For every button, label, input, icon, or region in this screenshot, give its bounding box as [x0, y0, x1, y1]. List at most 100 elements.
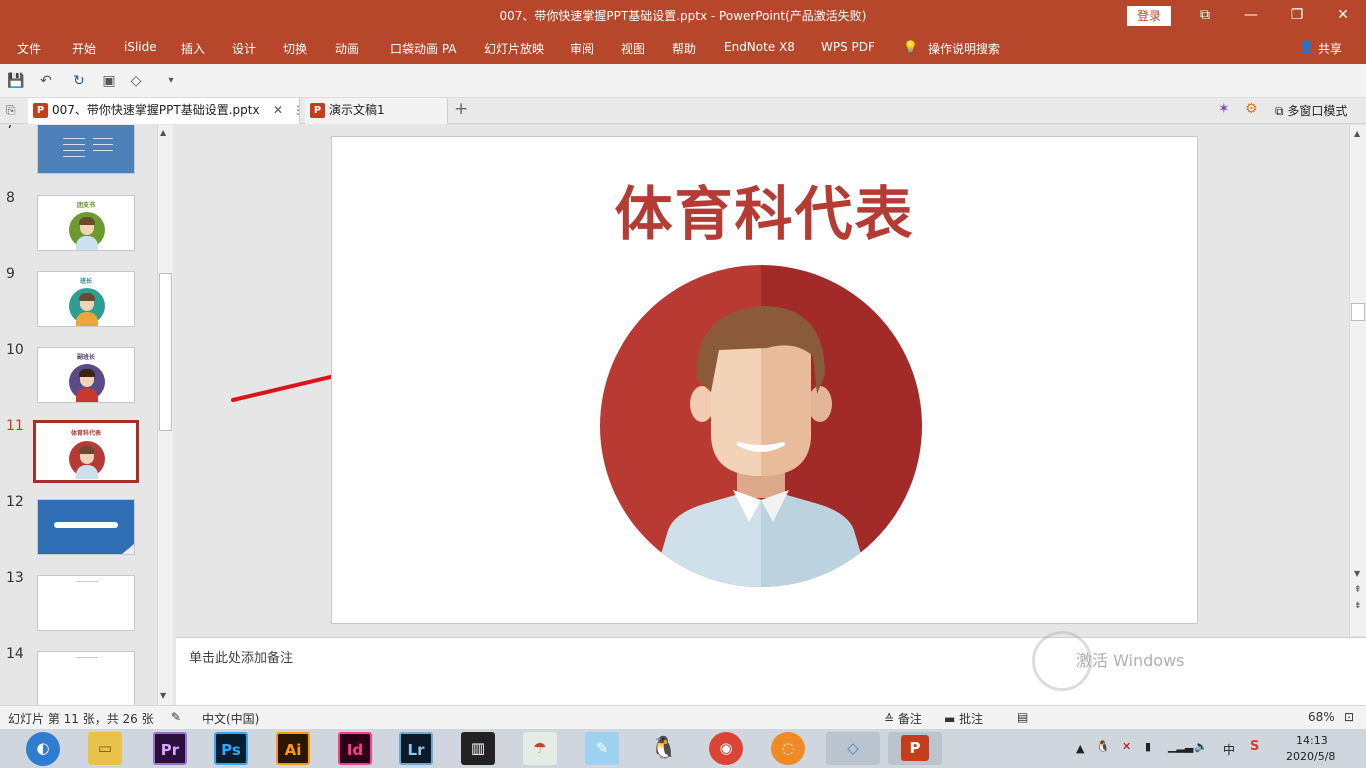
- redo-icon[interactable]: ↻: [70, 72, 88, 90]
- tab-list-icon[interactable]: ⎘: [6, 103, 22, 119]
- slide-count-status: 幻灯片 第 11 张，共 26 张: [8, 712, 154, 726]
- scroll-down-icon[interactable]: ▼: [1354, 569, 1360, 578]
- slide-number: 13: [6, 570, 24, 586]
- slide-thumbnail-8[interactable]: 团支书: [37, 195, 135, 251]
- slide-thumbnail-9[interactable]: 班长: [37, 271, 135, 327]
- notes-app-icon[interactable]: ✎: [585, 732, 619, 765]
- scroll-down-icon[interactable]: ▼: [160, 691, 166, 700]
- login-button[interactable]: 登录: [1127, 6, 1171, 26]
- ribbon-display-icon[interactable]: ⧉: [1182, 0, 1228, 32]
- scroll-up-icon[interactable]: ▲: [1354, 129, 1360, 138]
- lightroom-icon[interactable]: Lr: [399, 732, 433, 765]
- tab-menu-icon[interactable]: ⋮: [292, 98, 304, 123]
- scrollbar-thumb[interactable]: [159, 273, 172, 431]
- notepad-icon[interactable]: ◇: [826, 732, 880, 765]
- ime-indicator[interactable]: 中: [1223, 741, 1235, 758]
- photoshop-icon[interactable]: Ps: [214, 732, 248, 765]
- slide-scrollbar[interactable]: ▲ ▼ ⇞ ⇟: [1349, 125, 1366, 636]
- indesign-icon[interactable]: Id: [338, 732, 372, 765]
- menu-animations[interactable]: 动画: [335, 40, 359, 57]
- menu-file[interactable]: 文件: [17, 40, 41, 57]
- menu-endnote[interactable]: EndNote X8: [724, 40, 795, 54]
- previous-slide-icon[interactable]: ⇞: [1354, 585, 1362, 595]
- menu-transitions[interactable]: 切换: [283, 40, 307, 57]
- magic-icon[interactable]: ✶: [1218, 101, 1230, 117]
- language-status[interactable]: 中文(中国): [202, 710, 259, 727]
- menu-view[interactable]: 视图: [621, 40, 645, 57]
- tab-document-2[interactable]: P 演示文稿1: [305, 98, 448, 124]
- comments-toggle-button[interactable]: ▬ 批注: [944, 710, 983, 727]
- menu-slideshow[interactable]: 幻灯片放映: [484, 40, 544, 57]
- close-icon[interactable]: ✕: [1320, 0, 1366, 32]
- menu-tell-me[interactable]: 操作说明搜索: [928, 40, 1000, 57]
- slide-thumbnail-13[interactable]: [37, 575, 135, 631]
- multi-window-mode-button[interactable]: ⧉ 多窗口模式: [1275, 102, 1347, 119]
- qq-icon[interactable]: 🐧: [647, 732, 681, 765]
- scroll-up-icon[interactable]: ▲: [160, 128, 166, 137]
- undo-icon[interactable]: ↶: [37, 72, 55, 90]
- minimize-icon[interactable]: —: [1228, 0, 1274, 32]
- new-tab-icon[interactable]: +: [454, 99, 468, 119]
- browser-orange-icon[interactable]: ◌: [771, 732, 805, 765]
- video-editor-icon[interactable]: ▥: [461, 732, 495, 765]
- avatar: [69, 288, 105, 326]
- menu-pocket-animation[interactable]: 口袋动画 PA: [390, 40, 457, 57]
- spell-check-icon[interactable]: ✎: [171, 710, 181, 724]
- zoom-level[interactable]: 68%: [1308, 710, 1335, 724]
- slideshow-icon[interactable]: ▣: [100, 72, 118, 90]
- slide-number: 7: [6, 125, 15, 132]
- tab-document-1[interactable]: P 007、带你快速掌握PPT基础设置.pptx ✕ ⋮: [28, 98, 304, 124]
- menu-insert[interactable]: 插入: [181, 40, 205, 57]
- share-button[interactable]: 共享: [1318, 40, 1342, 57]
- tray-qq-icon[interactable]: 🐧: [1096, 740, 1110, 753]
- illustrator-icon[interactable]: Ai: [276, 732, 310, 765]
- menu-design[interactable]: 设计: [232, 40, 256, 57]
- share-icon[interactable]: 👤: [1299, 40, 1314, 54]
- next-slide-icon[interactable]: ⇟: [1354, 601, 1362, 611]
- menu-islide[interactable]: iSlide: [124, 40, 157, 54]
- save-icon[interactable]: 💾: [7, 72, 25, 90]
- person-avatar-illustration: [600, 265, 922, 587]
- slide-thumbnail-12[interactable]: [37, 499, 135, 555]
- normal-view-icon[interactable]: ▤: [1017, 710, 1028, 724]
- slide-thumbnail-10[interactable]: 副班长: [37, 347, 135, 403]
- slide-thumbnail-14[interactable]: [37, 651, 135, 705]
- draw-icon[interactable]: ◇: [127, 72, 145, 90]
- settings-gear-icon[interactable]: ⚙: [1245, 101, 1258, 117]
- slide-thumbnail-11-selected[interactable]: 体育科代表: [33, 420, 139, 483]
- browser-icon[interactable]: ◐: [26, 732, 60, 766]
- fit-to-window-icon[interactable]: ⊡: [1344, 710, 1354, 724]
- notes-pane[interactable]: 单击此处添加备注: [176, 637, 1366, 705]
- tray-expand-icon[interactable]: ▲: [1076, 742, 1084, 755]
- tray-signal-icon[interactable]: ▁▂▃: [1168, 740, 1193, 753]
- title-bar: 007、带你快速掌握PPT基础设置.pptx - PowerPoint(产品激活…: [0, 0, 1366, 32]
- file-explorer-icon[interactable]: ▭: [88, 732, 122, 765]
- customize-qat-icon[interactable]: ▾: [162, 72, 180, 90]
- current-slide[interactable]: 体育科代表: [331, 136, 1198, 624]
- tab-label: 007、带你快速掌握PPT基础设置.pptx: [52, 103, 260, 117]
- tray-network-icon[interactable]: ✕: [1122, 740, 1131, 753]
- menu-home[interactable]: 开始: [72, 40, 96, 57]
- slide-thumbnail-7[interactable]: [37, 125, 135, 174]
- tray-battery-icon[interactable]: ▮: [1145, 740, 1151, 753]
- powerpoint-taskbar-icon[interactable]: P: [888, 732, 942, 765]
- clock-date[interactable]: 2020/5/8: [1286, 750, 1335, 763]
- thumbnail-scrollbar[interactable]: ▲ ▼: [157, 125, 173, 705]
- clock-time[interactable]: 14:13: [1296, 734, 1328, 747]
- restore-icon[interactable]: ❐: [1274, 0, 1320, 32]
- scrollbar-thumb[interactable]: [1351, 303, 1365, 321]
- sogou-ime-icon[interactable]: S: [1250, 739, 1259, 754]
- close-tab-icon[interactable]: ✕: [273, 98, 283, 123]
- menu-review[interactable]: 审阅: [570, 40, 594, 57]
- chrome-icon[interactable]: ◉: [709, 732, 743, 765]
- menu-wps-pdf[interactable]: WPS PDF: [821, 40, 875, 54]
- umbrella-app-icon[interactable]: ☂: [523, 732, 557, 765]
- document-tabs: ⎘ P 007、带你快速掌握PPT基础设置.pptx ✕ ⋮ P 演示文稿1 +…: [0, 98, 1366, 124]
- tray-volume-icon[interactable]: 🔈: [1194, 740, 1208, 753]
- lightbulb-icon[interactable]: 💡: [903, 40, 918, 54]
- menu-help[interactable]: 帮助: [672, 40, 696, 57]
- notes-toggle-button[interactable]: ≙ 备注: [884, 710, 922, 727]
- tab-label: 演示文稿1: [329, 103, 385, 117]
- premiere-icon[interactable]: Pr: [153, 732, 187, 765]
- powerpoint-icon: P: [310, 103, 325, 118]
